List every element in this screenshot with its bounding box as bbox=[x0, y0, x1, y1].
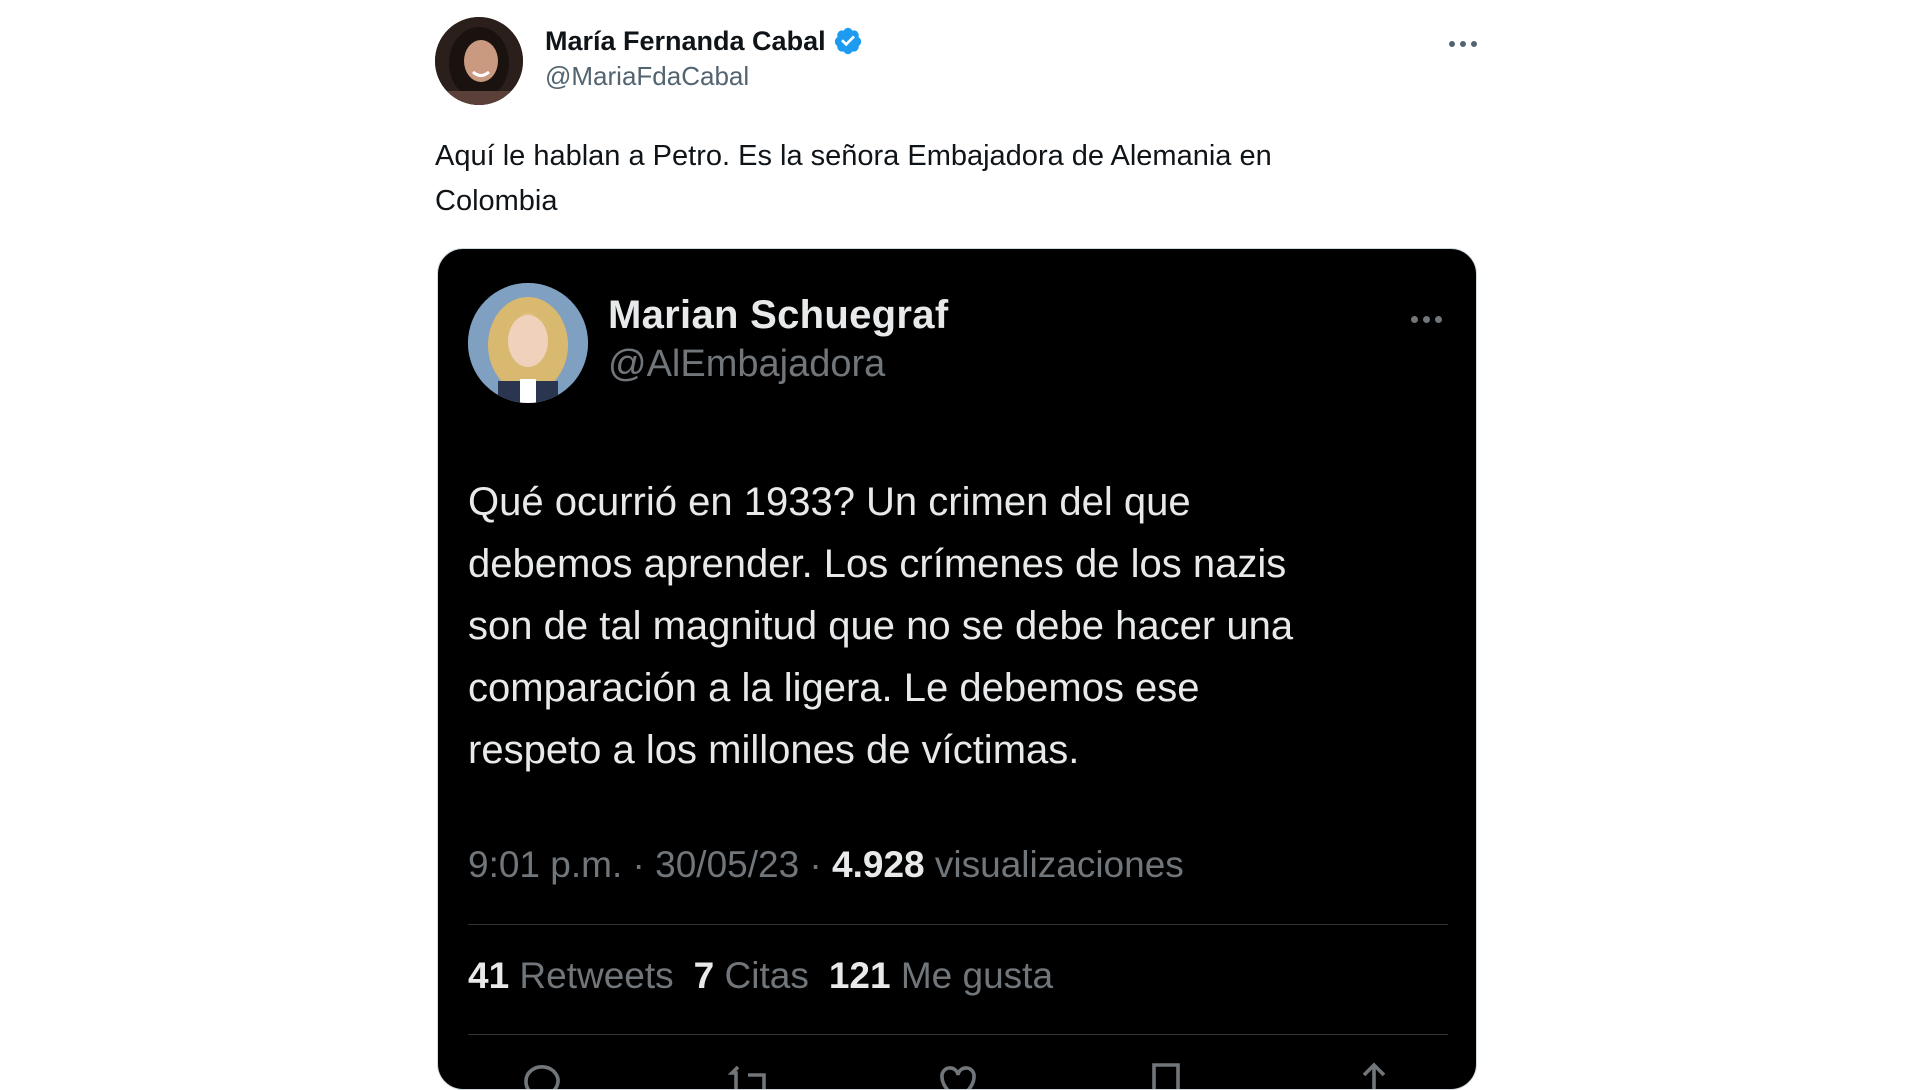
embedded-tweet-text: Qué ocurrió en 1933? Un crimen del que d… bbox=[468, 471, 1458, 781]
quotes-stat: 7 Citas bbox=[693, 955, 809, 996]
retweet-icon bbox=[726, 1059, 774, 1089]
embedded-text-line: debemos aprender. Los crímenes de los na… bbox=[468, 542, 1287, 586]
embedded-text-line: respeto a los millones de víctimas. bbox=[468, 728, 1080, 772]
author-handle[interactable]: @MariaFdaCabal bbox=[545, 61, 863, 92]
verified-badge-icon bbox=[834, 27, 861, 55]
tweet: María Fernanda Cabal @MariaFdaCabal Aquí… bbox=[435, 0, 1485, 1090]
author-names: María Fernanda Cabal @MariaFdaCabal bbox=[545, 23, 863, 92]
bookmark-icon bbox=[1142, 1059, 1190, 1089]
embedded-tweet-meta: 9:01 p.m. · 30/05/23 · 4.928 visualizaci… bbox=[468, 844, 1184, 886]
embedded-text-line: comparación a la ligera. Le debemos ese bbox=[468, 666, 1200, 710]
embedded-time-date: 9:01 p.m. · 30/05/23 · bbox=[468, 844, 833, 885]
author-avatar[interactable] bbox=[435, 17, 523, 105]
more-horizontal-icon bbox=[1449, 41, 1455, 47]
retweets-stat: 41 Retweets bbox=[468, 955, 674, 996]
embedded-author-handle: @AlEmbajadora bbox=[608, 343, 886, 385]
embedded-author-avatar bbox=[468, 283, 588, 403]
likes-stat: 121 Me gusta bbox=[828, 955, 1054, 996]
reply-icon bbox=[518, 1059, 566, 1089]
embedded-more-icon bbox=[1404, 309, 1448, 329]
share-icon bbox=[1350, 1059, 1398, 1089]
avatar-photo-icon bbox=[435, 17, 523, 105]
embedded-tweet-stats: 41 Retweets 7 Citas 121 Me gusta bbox=[468, 955, 1073, 997]
embedded-text-line: son de tal magnitud que no se debe hacer… bbox=[468, 604, 1294, 648]
divider bbox=[468, 1034, 1448, 1035]
embedded-views-count: 4.928 bbox=[832, 844, 925, 885]
embedded-tweet-image[interactable]: Marian Schuegraf @AlEmbajadora Qué ocurr… bbox=[437, 248, 1477, 1090]
tweet-header: María Fernanda Cabal @MariaFdaCabal bbox=[435, 17, 1485, 107]
divider bbox=[468, 924, 1448, 925]
tweet-text-line: Aquí le hablan a Petro. Es la señora Emb… bbox=[435, 140, 1272, 172]
tweet-text-line: Colombia bbox=[435, 185, 558, 217]
like-icon bbox=[934, 1059, 982, 1089]
embedded-action-bar bbox=[518, 1059, 1398, 1089]
embedded-text-line: Qué ocurrió en 1933? Un crimen del que bbox=[468, 480, 1191, 524]
author-display-name[interactable]: María Fernanda Cabal bbox=[545, 26, 826, 57]
tweet-text: Aquí le hablan a Petro. Es la señora Emb… bbox=[435, 134, 1395, 224]
embedded-author-display-name: Marian Schuegraf bbox=[608, 293, 949, 337]
more-options-button[interactable] bbox=[1441, 29, 1485, 59]
embedded-views-label: visualizaciones bbox=[924, 844, 1184, 885]
avatar-photo-icon bbox=[468, 283, 588, 403]
